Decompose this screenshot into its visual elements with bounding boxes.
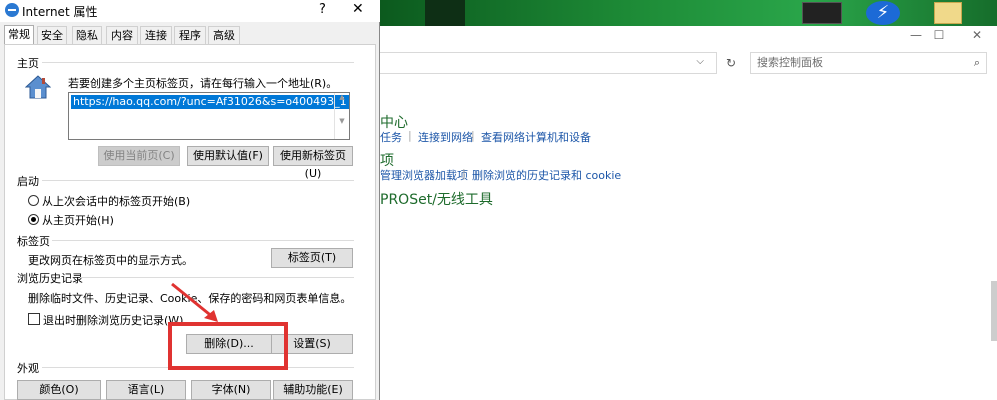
- separator: |: [462, 167, 466, 180]
- delete-on-exit-checkbox[interactable]: 退出时删除浏览历史记录(W): [28, 312, 183, 328]
- home-section-label: 主页: [17, 57, 39, 70]
- folder-icon[interactable]: [934, 2, 962, 24]
- home-icon: [25, 75, 51, 99]
- dialog-title: Internet 属性: [22, 5, 98, 19]
- view-network-link[interactable]: 查看网络计算机和设备: [481, 129, 591, 145]
- start-last-session-label: 从上次会话中的标签页开始(B): [42, 195, 191, 208]
- control-panel-titlebar: — ☐ ✕: [380, 26, 997, 44]
- maximize-button[interactable]: ☐: [919, 26, 959, 44]
- close-button[interactable]: ✕: [957, 26, 997, 44]
- desktop-background: [380, 0, 997, 26]
- start-last-session-radio[interactable]: 从上次会话中的标签页开始(B): [28, 193, 190, 209]
- home-url-value: https://hao.qq.com/?unc=Af31026&s=o40049…: [71, 95, 349, 109]
- appearance-section-label: 外观: [17, 362, 39, 375]
- use-new-tab-button[interactable]: 使用新标签页(U): [273, 146, 353, 180]
- tab-security[interactable]: 安全: [37, 26, 67, 44]
- refresh-icon[interactable]: ↻: [720, 52, 742, 74]
- tabs-hint: 更改网页在标签页中的显示方式。: [28, 254, 193, 267]
- proset-heading[interactable]: PROSet/无线工具: [380, 189, 493, 209]
- control-panel-window: — ☐ ✕ ⌵ ↻ 搜索控制面板 ⌕ 中心 任务 | 连接到网络 | 查看网络计…: [380, 26, 997, 400]
- home-url-field[interactable]: https://hao.qq.com/?unc=Af31026&s=o40049…: [68, 92, 350, 140]
- checkbox-box[interactable]: [28, 313, 40, 325]
- use-default-button[interactable]: 使用默认值(F): [187, 146, 269, 166]
- delete-on-exit-label: 退出时删除浏览历史记录(W): [43, 314, 184, 327]
- tabs-section-label: 标签页: [17, 235, 50, 248]
- divider: [80, 277, 354, 278]
- tab-connections[interactable]: 连接: [140, 26, 172, 44]
- use-current-button[interactable]: 使用当前页(C): [98, 146, 180, 166]
- radio-dot[interactable]: [28, 195, 39, 206]
- colors-button[interactable]: 颜色(O): [17, 380, 101, 400]
- home-hint: 若要创建多个主页标签页，请在每行输入一个地址(R)。: [68, 77, 338, 90]
- internet-globe-icon: [5, 3, 19, 17]
- delete-history-link[interactable]: 删除浏览的历史记录和 cookie: [472, 167, 621, 183]
- desktop-app-icon[interactable]: [425, 0, 465, 26]
- languages-button[interactable]: 语言(L): [106, 380, 186, 400]
- divider: [42, 180, 354, 181]
- separator: |: [408, 129, 412, 142]
- tab-privacy[interactable]: 隐私: [72, 26, 102, 44]
- divider: [42, 62, 354, 63]
- accessibility-button[interactable]: 辅助功能(E): [273, 380, 353, 400]
- start-home-label: 从主页开始(H): [42, 214, 114, 227]
- address-bar[interactable]: ⌵: [380, 52, 717, 74]
- tabs-button[interactable]: 标签页(T): [271, 248, 353, 268]
- search-input[interactable]: 搜索控制面板 ⌕: [750, 52, 987, 74]
- monitor-icon[interactable]: [802, 2, 842, 24]
- history-section-label: 浏览历史记录: [17, 272, 83, 285]
- url-scrollbar[interactable]: ▲ ▼: [334, 93, 349, 139]
- task-link[interactable]: 任务: [380, 129, 402, 145]
- chevron-down-icon[interactable]: ⌵: [696, 56, 704, 67]
- separator: |: [471, 129, 475, 142]
- highlight-box-annotation: [168, 322, 288, 370]
- tab-content[interactable]: 内容: [106, 26, 138, 44]
- help-button[interactable]: ?: [319, 2, 326, 17]
- tab-advanced[interactable]: 高级: [208, 26, 240, 44]
- manage-addons-link[interactable]: 管理浏览器加载项: [380, 167, 468, 183]
- fonts-button[interactable]: 字体(N): [191, 380, 271, 400]
- close-button[interactable]: ✕: [352, 1, 364, 17]
- radio-dot-selected[interactable]: [28, 214, 39, 225]
- divider: [52, 240, 354, 241]
- startup-section-label: 启动: [17, 175, 39, 188]
- lightning-icon[interactable]: ⚡: [866, 1, 900, 25]
- search-placeholder: 搜索控制面板: [757, 56, 823, 69]
- start-home-radio[interactable]: 从主页开始(H): [28, 212, 114, 228]
- search-icon[interactable]: ⌕: [974, 53, 980, 73]
- tab-programs[interactable]: 程序: [174, 26, 206, 44]
- dialog-titlebar: Internet 属性 ? ✕: [0, 0, 380, 22]
- tab-general[interactable]: 常规: [4, 25, 34, 45]
- connect-network-link[interactable]: 连接到网络: [418, 129, 473, 145]
- scrollbar[interactable]: [991, 281, 997, 341]
